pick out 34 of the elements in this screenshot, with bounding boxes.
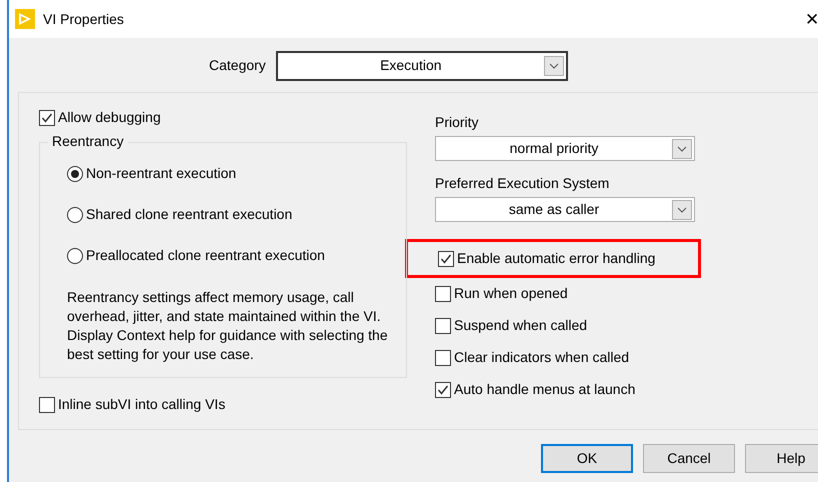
checkbox[interactable] [435,382,451,398]
execution-system-label: Preferred Execution System [435,174,610,193]
help-button[interactable]: Help [745,444,818,473]
close-button[interactable]: ✕ [801,10,818,28]
checkbox[interactable] [438,250,454,266]
priority-label: Priority [435,113,480,132]
cancel-button[interactable]: Cancel [643,444,735,473]
checkbox[interactable] [435,318,451,334]
description-text: Reentrancy settings affect memory usage, call overhead, jitter, and state maintained within the VI. Display Context help for guidance with selecting the best setting for your use case. [67,288,389,364]
priority-dropdown[interactable]: normal priority [435,136,695,161]
group-title: Reentrancy [48,134,128,150]
window-title: VI Properties [43,10,124,29]
radio-button[interactable] [67,248,83,264]
checkbox[interactable] [39,396,55,412]
ok-button[interactable]: OK [541,444,633,473]
checkbox-label[interactable]: Clear indicators when called [454,347,630,368]
app-icon [15,9,35,29]
checkbox-label[interactable]: Allow debugging [58,107,161,128]
checkbox-label[interactable]: Enable automatic error handling [457,248,656,269]
radio-button[interactable] [67,206,83,222]
checkbox[interactable] [39,110,55,126]
category-dropdown[interactable]: Execution [276,50,568,80]
checkbox-label[interactable]: Run when opened [454,283,568,304]
checkbox[interactable] [435,286,451,302]
checkbox[interactable] [435,350,451,366]
radio-label[interactable]: Preallocated clone reentrant execution [86,245,325,266]
radio-label[interactable]: Non-reentrant execution [86,163,236,184]
checkbox-label[interactable]: Auto handle menus at launch [454,379,636,400]
execution-system-dropdown[interactable]: same as caller [435,197,695,222]
checkbox-label[interactable]: Inline subVI into calling VIs [58,394,226,415]
category-label: Category [209,56,266,75]
radio-label[interactable]: Shared clone reentrant execution [86,204,292,225]
checkbox-label[interactable]: Suspend when called [454,315,588,336]
radio-button[interactable] [67,166,83,182]
